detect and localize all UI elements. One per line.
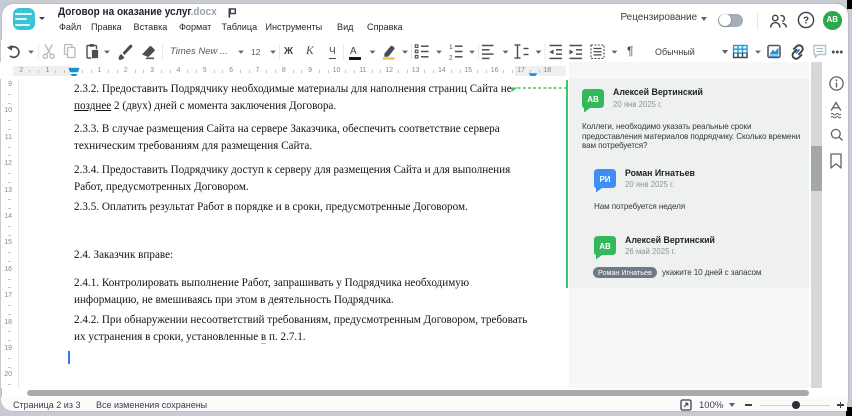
svg-text:АВ: АВ — [587, 95, 599, 104]
svg-text:АВ: АВ — [599, 242, 611, 251]
svg-text:2: 2 — [449, 55, 453, 62]
svg-text:?: ? — [803, 16, 809, 27]
svg-text:РИ: РИ — [599, 175, 610, 184]
svg-text:1: 1 — [449, 44, 453, 51]
